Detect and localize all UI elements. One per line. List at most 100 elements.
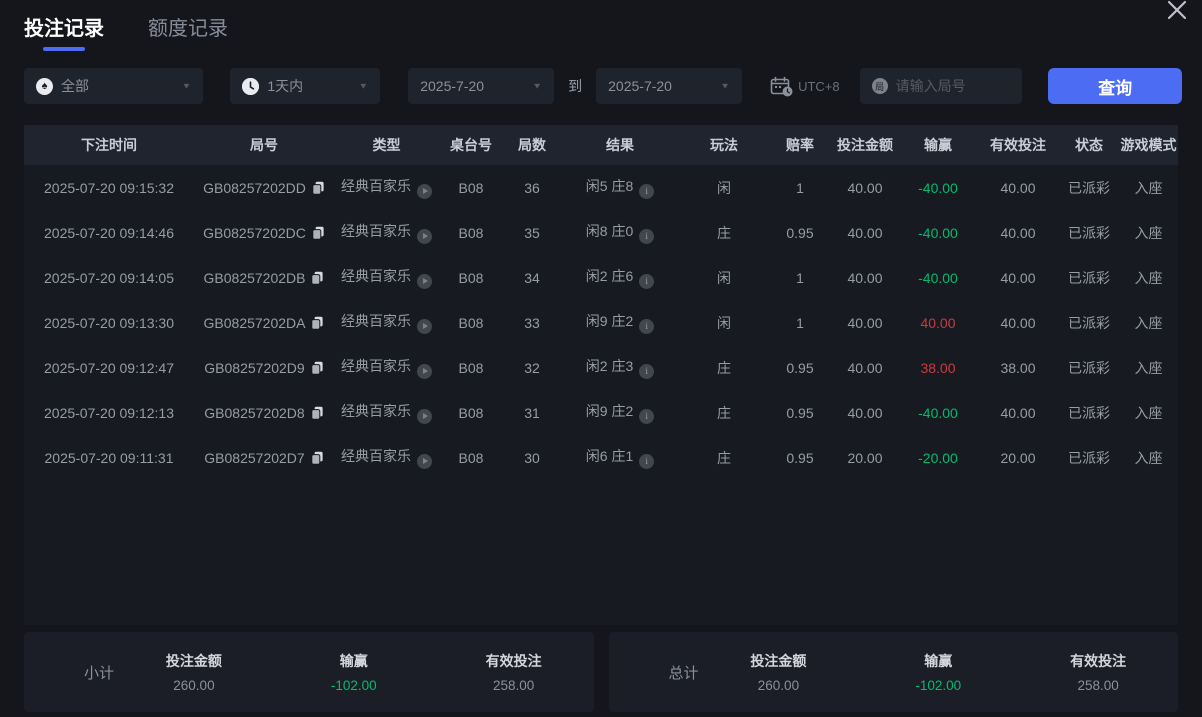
subtotal-label: 小计 bbox=[84, 664, 115, 682]
game-type-select[interactable]: ♠ 全部 ▼ bbox=[24, 68, 204, 104]
copy-icon[interactable] bbox=[312, 226, 325, 240]
valid-bet-cell: 40.00 bbox=[1000, 179, 1036, 196]
column-header: 赔率 bbox=[786, 137, 814, 153]
game-mode-cell: 入座 bbox=[1134, 269, 1163, 286]
replay-icon[interactable] bbox=[417, 453, 432, 469]
copy-icon[interactable] bbox=[312, 181, 325, 195]
round-id-cell: GB08257202D9 bbox=[194, 345, 334, 390]
replay-icon[interactable] bbox=[417, 408, 432, 424]
total-bet: 投注金额 260.00 bbox=[750, 653, 807, 693]
game-type-value: 全部 bbox=[61, 78, 89, 94]
table-row: 2025-07-20 09:15:32 GB08257202DD 经典百家乐 B08 3… bbox=[24, 165, 1178, 210]
round-icon: 局 bbox=[871, 78, 888, 94]
play-icon bbox=[422, 278, 428, 285]
tab-betting-records[interactable]: 投注记录 bbox=[24, 12, 104, 51]
info-icon[interactable]: i bbox=[639, 319, 655, 335]
subtotal-win: 输赢 -102.00 bbox=[330, 653, 377, 693]
game-type-cell: 经典百家乐 bbox=[334, 300, 439, 345]
status-cell: 已派彩 bbox=[1068, 314, 1110, 331]
bet-amount-cell: 40.00 bbox=[847, 404, 883, 421]
odds-cell: 0.95 bbox=[786, 224, 814, 241]
result-cell: 闲9 庄2 i bbox=[561, 300, 679, 345]
round-no-cell: 30 bbox=[524, 449, 540, 466]
replay-icon[interactable] bbox=[417, 363, 432, 379]
play-icon bbox=[422, 233, 428, 240]
replay-icon[interactable] bbox=[417, 228, 432, 244]
query-button[interactable]: 查询 bbox=[1048, 68, 1182, 104]
bet-time-cell: 2025-07-20 09:14:46 bbox=[44, 224, 174, 241]
chevron-down-icon: ▼ bbox=[181, 81, 192, 91]
round-no-cell: 34 bbox=[524, 269, 540, 286]
copy-icon[interactable] bbox=[311, 271, 324, 285]
round-no-cell: 31 bbox=[524, 404, 540, 421]
close-icon[interactable] bbox=[1162, 0, 1192, 25]
info-icon[interactable]: i bbox=[639, 274, 655, 290]
tab-quota-records[interactable]: 额度记录 bbox=[148, 12, 228, 41]
valid-bet-cell: 40.00 bbox=[1000, 269, 1036, 286]
info-icon[interactable]: i bbox=[639, 229, 655, 245]
info-icon[interactable]: i bbox=[639, 409, 655, 425]
game-mode-cell: 入座 bbox=[1134, 449, 1163, 466]
valid-bet-cell: 38.00 bbox=[1000, 359, 1036, 376]
game-type-cell: 经典百家乐 bbox=[334, 390, 439, 435]
round-id-cell: GB08257202D8 bbox=[194, 390, 334, 435]
subtotal-bet: 投注金额 260.00 bbox=[165, 653, 222, 693]
copy-icon[interactable] bbox=[311, 451, 324, 465]
tab-quota-records-label: 额度记录 bbox=[148, 18, 228, 40]
time-range-select[interactable]: 1天内 ▼ bbox=[230, 68, 381, 104]
bet-time-cell: 2025-07-20 09:11:31 bbox=[44, 449, 174, 466]
round-id-cell: GB08257202D7 bbox=[194, 435, 334, 480]
status-cell: 已派彩 bbox=[1068, 269, 1110, 286]
result-cell: 闲5 庄8 i bbox=[561, 165, 679, 210]
replay-icon[interactable] bbox=[417, 273, 432, 289]
bet-amount-cell: 40.00 bbox=[847, 224, 883, 241]
replay-icon[interactable] bbox=[417, 183, 432, 199]
tab-betting-records-label: 投注记录 bbox=[24, 18, 104, 40]
column-header: 游戏模式 bbox=[1120, 137, 1177, 153]
total-win: 输赢 -102.00 bbox=[915, 653, 962, 693]
info-icon[interactable]: i bbox=[639, 364, 655, 380]
odds-cell: 1 bbox=[796, 179, 804, 196]
replay-icon[interactable] bbox=[417, 318, 432, 334]
round-id-input-wrap: 局 bbox=[859, 68, 1023, 104]
round-no-cell: 35 bbox=[524, 224, 540, 241]
status-cell: 已派彩 bbox=[1068, 404, 1110, 421]
copy-icon[interactable] bbox=[311, 361, 324, 375]
info-icon[interactable]: i bbox=[639, 454, 655, 470]
valid-bet-cell: 20.00 bbox=[1000, 449, 1036, 466]
game-mode-cell: 入座 bbox=[1134, 314, 1163, 331]
active-tab-underline bbox=[43, 47, 85, 51]
table-no-cell: B08 bbox=[458, 224, 484, 241]
filter-bar: ♠ 全部 ▼ 1天内 ▼ 2025-7-20 ▼ 到 2025-7-20 ▼ U… bbox=[24, 68, 1182, 104]
odds-cell: 0.95 bbox=[786, 359, 814, 376]
odds-cell: 1 bbox=[796, 269, 804, 286]
game-mode-cell: 入座 bbox=[1134, 179, 1163, 196]
round-no-cell: 32 bbox=[524, 359, 540, 376]
odds-cell: 1 bbox=[796, 314, 804, 331]
column-header: 状态 bbox=[1075, 137, 1103, 153]
copy-icon[interactable] bbox=[311, 406, 324, 420]
table-no-cell: B08 bbox=[458, 359, 484, 376]
spade-icon: ♠ bbox=[36, 77, 53, 95]
status-cell: 已派彩 bbox=[1068, 179, 1110, 196]
tab-bar: 投注记录 额度记录 bbox=[0, 0, 1202, 51]
table-row: 2025-07-20 09:12:47 GB08257202D9 经典百家乐 B08 3… bbox=[24, 345, 1178, 390]
date-to-select[interactable]: 2025-7-20 ▼ bbox=[596, 68, 743, 104]
bet-time-cell: 2025-07-20 09:12:13 bbox=[44, 404, 174, 421]
subtotal-valid: 有效投注 258.00 bbox=[485, 653, 542, 693]
round-id-input[interactable] bbox=[895, 78, 1011, 94]
timezone-indicator[interactable]: UTC+8 bbox=[770, 76, 840, 97]
round-id-cell: GB08257202DB bbox=[194, 255, 334, 300]
table-no-cell: B08 bbox=[458, 269, 484, 286]
copy-icon[interactable] bbox=[311, 316, 324, 330]
subtotal-panel: 小计 投注金额 260.00 输赢 -102.00 有效投注 258.00 bbox=[24, 632, 594, 712]
summary-bar: 小计 投注金额 260.00 输赢 -102.00 有效投注 258.00 总计… bbox=[24, 632, 1178, 712]
chevron-down-icon: ▼ bbox=[532, 81, 543, 91]
round-no-cell: 36 bbox=[524, 179, 540, 196]
info-icon[interactable]: i bbox=[639, 184, 655, 200]
round-no-cell: 33 bbox=[524, 314, 540, 331]
date-from-select[interactable]: 2025-7-20 ▼ bbox=[408, 68, 555, 104]
play-cell: 闲 bbox=[717, 314, 731, 331]
bet-amount-cell: 40.00 bbox=[847, 179, 883, 196]
table-no-cell: B08 bbox=[458, 179, 484, 196]
